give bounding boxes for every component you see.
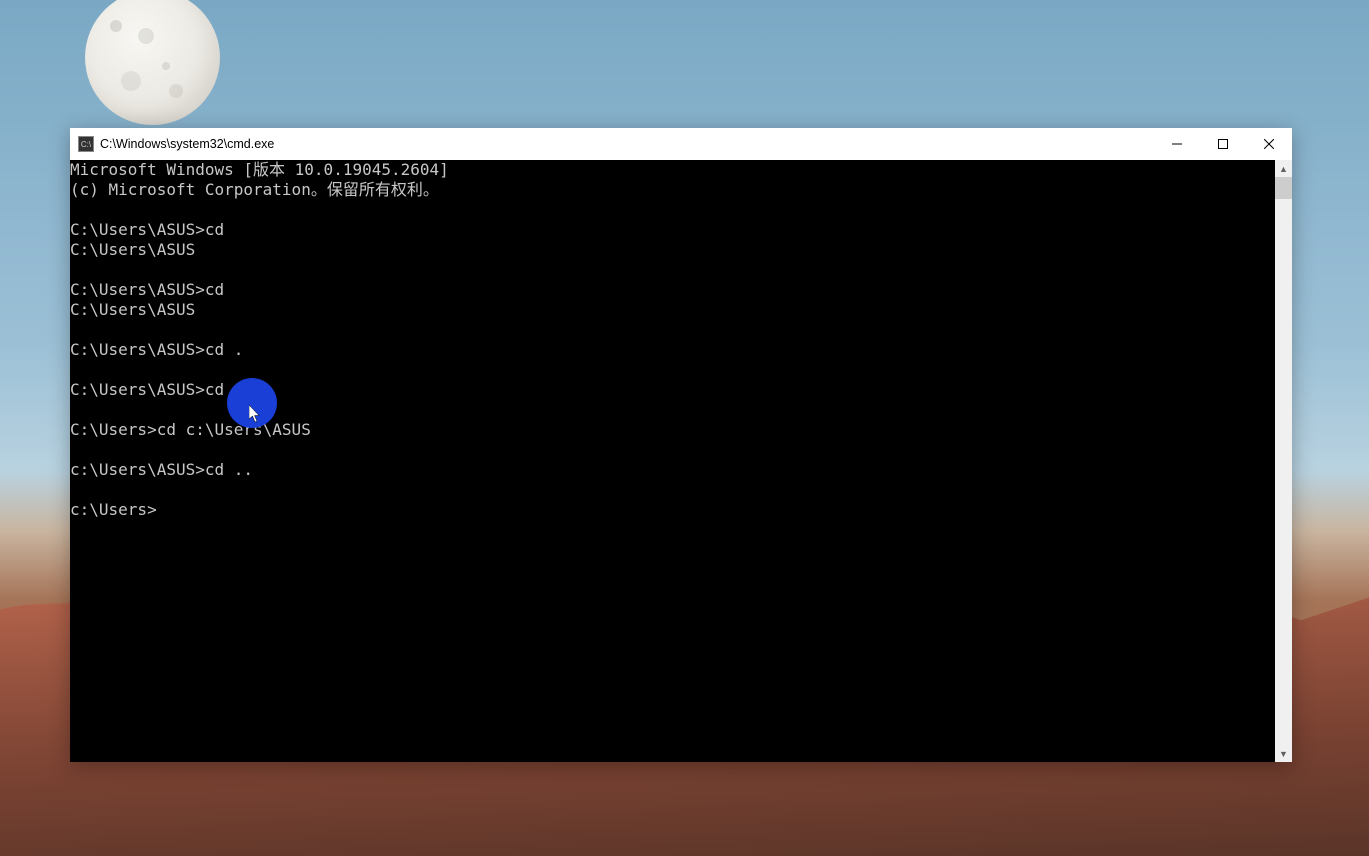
window-controls [1154, 128, 1292, 160]
vertical-scrollbar[interactable]: ▲ ▼ [1275, 160, 1292, 762]
cmd-icon: C:\ [78, 136, 94, 152]
scroll-down-arrow-icon[interactable]: ▼ [1275, 745, 1292, 762]
terminal-output[interactable]: Microsoft Windows [版本 10.0.19045.2604] (… [70, 160, 1275, 762]
window-title: C:\Windows\system32\cmd.exe [100, 137, 1154, 151]
scroll-thumb[interactable] [1275, 177, 1292, 199]
terminal-body: Microsoft Windows [版本 10.0.19045.2604] (… [70, 160, 1292, 762]
cursor-highlight [227, 378, 277, 428]
scroll-up-arrow-icon[interactable]: ▲ [1275, 160, 1292, 177]
minimize-button[interactable] [1154, 128, 1200, 160]
maximize-button[interactable] [1200, 128, 1246, 160]
close-button[interactable] [1246, 128, 1292, 160]
titlebar[interactable]: C:\ C:\Windows\system32\cmd.exe [70, 128, 1292, 160]
desktop-moon [85, 0, 220, 125]
cmd-window: C:\ C:\Windows\system32\cmd.exe Microsof… [70, 128, 1292, 762]
